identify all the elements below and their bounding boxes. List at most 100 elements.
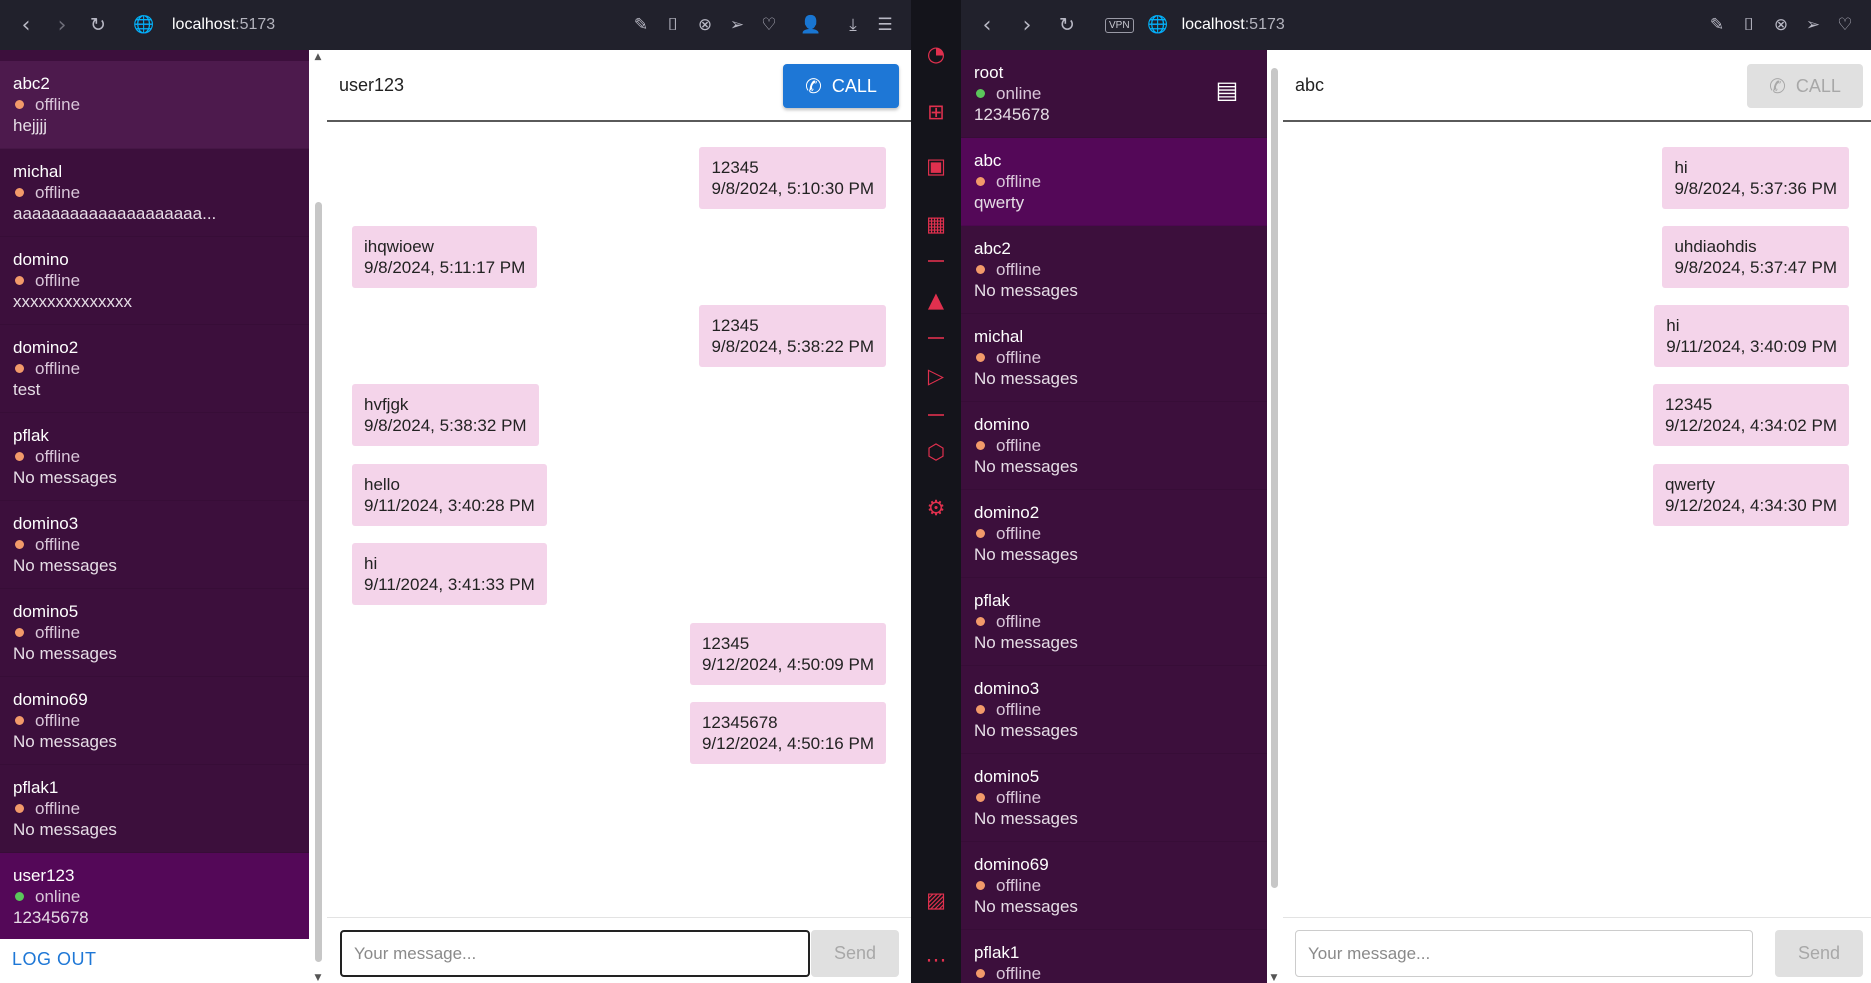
status-dot: [15, 364, 24, 373]
address-bar[interactable]: localhost:5173: [172, 16, 275, 34]
camera-icon[interactable]: ⌷: [657, 9, 689, 41]
cube-icon[interactable]: ⬡: [911, 434, 961, 470]
contact-name: domino69: [13, 690, 88, 709]
browser-toolbar: ‹ › ↻ 🌐 localhost:5173 ✎ ⌷ ⊗ ➢ ♡ 👤 ⤓ ☰: [0, 0, 911, 50]
scrollbar-thumb[interactable]: [1271, 68, 1278, 888]
contact-name: abc2: [13, 74, 50, 93]
contact-item[interactable]: domino5 offline No messages: [0, 589, 309, 677]
message-text: uhdiaohdis: [1674, 237, 1757, 256]
site-info-icon[interactable]: 🌐: [128, 9, 160, 41]
status-dot: [15, 716, 24, 725]
contact-item-selected[interactable]: abc offline qwerty: [961, 138, 1267, 226]
scroll-up-arrow-icon[interactable]: ▲: [311, 52, 325, 62]
contact-item[interactable]: pflak offline No messages: [0, 413, 309, 501]
camera-icon[interactable]: ⌷: [1733, 9, 1765, 41]
back-icon[interactable]: ‹: [969, 7, 1005, 43]
contact-item[interactable]: domino69 offline No messages: [0, 677, 309, 765]
contact-item[interactable]: michal offline aaaaaaaaaaaaaaaaaaaa...: [0, 149, 309, 237]
url-host: localhost: [1181, 16, 1245, 33]
message-input[interactable]: [340, 930, 810, 977]
message-input[interactable]: [1295, 930, 1753, 977]
settings-icon[interactable]: ⚙: [911, 490, 961, 526]
contact-status: offline: [974, 875, 1254, 896]
contact-item[interactable]: domino3 offline No messages: [961, 666, 1267, 754]
forward-icon[interactable]: ›: [44, 7, 80, 43]
contact-item-selected[interactable]: user123 online 12345678: [0, 853, 309, 939]
contact-item[interactable]: domino offline xxxxxxxxxxxxxx: [0, 237, 309, 325]
forward-icon[interactable]: ›: [1009, 7, 1045, 43]
contact-item[interactable]: abc2 offline hejjjj: [0, 61, 309, 149]
contact-last-message: test: [13, 380, 41, 399]
call-button[interactable]: ✆ CALL: [783, 64, 899, 108]
contact-status: offline: [13, 182, 296, 203]
url-host: localhost: [172, 16, 236, 33]
send-button[interactable]: Send: [1775, 930, 1863, 977]
contact-status: offline: [13, 94, 296, 115]
logout-button[interactable]: LOG OUT: [0, 939, 309, 983]
contact-item[interactable]: root online 12345678 ▤: [961, 50, 1267, 138]
contact-item[interactable]: abc2 offline No messages: [961, 226, 1267, 314]
contact-name: pflak1: [13, 778, 59, 797]
contact-item[interactable]: domino2 offline No messages: [961, 490, 1267, 578]
aria-icon[interactable]: ▲: [911, 282, 961, 318]
speed-dial-icon[interactable]: ◔: [911, 36, 961, 72]
new-chat-icon[interactable]: ▤: [1209, 72, 1245, 108]
heart-icon[interactable]: ♡: [1829, 9, 1861, 41]
contact-last-message: No messages: [13, 732, 117, 751]
message-text: 12345: [1664, 395, 1713, 414]
url-port: :5173: [1244, 16, 1285, 33]
scroll-down-arrow-icon[interactable]: ▼: [1267, 973, 1281, 983]
scroll-down-arrow-icon[interactable]: ▼: [311, 973, 325, 983]
right-browser-window: ◔ ⊞ ▣ ▦ ▲ ▷ ⬡ ⚙ ▨ ⋯ ‹ › ↻ VPN 🌐 localhos…: [911, 0, 1871, 983]
contact-item[interactable]: pflak1 offline No messages: [0, 765, 309, 853]
twitch-icon[interactable]: ▣: [911, 148, 961, 184]
block-icon[interactable]: ⊗: [1765, 9, 1797, 41]
address-bar[interactable]: localhost:5173: [1182, 16, 1285, 34]
player-icon[interactable]: ▷: [911, 358, 961, 394]
status-dot: [976, 177, 985, 186]
scrollbar-thumb[interactable]: [315, 202, 322, 962]
contact-item[interactable]: pflak1 offline: [961, 930, 1267, 983]
call-button[interactable]: ✆ CALL: [1747, 64, 1863, 108]
message-time: 9/11/2024, 3:41:33 PM: [364, 575, 535, 594]
contact-item[interactable]: domino69 offline No messages: [961, 842, 1267, 930]
contact-name: abc2: [974, 239, 1011, 258]
easy-setup-icon[interactable]: ☰: [869, 9, 901, 41]
gallery-icon[interactable]: ▨: [911, 882, 961, 918]
sidebar-scrollbar[interactable]: ▲ ▼: [311, 50, 325, 983]
contact-item[interactable]: domino5 offline No messages: [961, 754, 1267, 842]
message-text: 12345: [711, 316, 759, 335]
status-dot: [976, 89, 985, 98]
vpn-badge[interactable]: VPN: [1105, 17, 1134, 33]
download-icon[interactable]: ⤓: [837, 9, 869, 41]
heart-icon[interactable]: ♡: [753, 9, 785, 41]
more-icon[interactable]: ⋯: [911, 942, 961, 978]
chat-panel: user123 ✆ CALL 12345 9/8/2024, 5:10:30 PM …: [327, 50, 911, 983]
message-bubble: 12345 9/8/2024, 5:10:30 PM: [699, 147, 886, 209]
send-icon[interactable]: ➢: [721, 9, 753, 41]
sidebar-scrollbar[interactable]: ▼: [1267, 50, 1281, 983]
message-time: 9/12/2024, 4:34:30 PM: [1664, 496, 1837, 515]
contact-item[interactable]: domino3 offline No messages: [0, 501, 309, 589]
send-button[interactable]: Send: [811, 930, 899, 977]
shopping-icon[interactable]: ⊞: [911, 94, 961, 130]
contact-item[interactable]: domino2 offline test: [0, 325, 309, 413]
edit-icon[interactable]: ✎: [625, 9, 657, 41]
back-icon[interactable]: ‹: [8, 7, 44, 43]
contact-status: offline: [974, 435, 1254, 456]
chip-icon[interactable]: ▦: [911, 206, 961, 242]
contact-last-message: No messages: [13, 468, 117, 487]
contact-item[interactable]: pflak offline No messages: [961, 578, 1267, 666]
contact-item[interactable]: domino offline No messages: [961, 402, 1267, 490]
block-icon[interactable]: ⊗: [689, 9, 721, 41]
contact-status: offline: [974, 787, 1254, 808]
contact-status: online: [13, 886, 296, 907]
profile-icon[interactable]: 👤: [795, 9, 827, 41]
reload-icon[interactable]: ↻: [80, 7, 116, 43]
site-info-icon[interactable]: 🌐: [1142, 9, 1174, 41]
contact-last-message: No messages: [13, 820, 117, 839]
reload-icon[interactable]: ↻: [1049, 7, 1085, 43]
edit-icon[interactable]: ✎: [1701, 9, 1733, 41]
contact-item[interactable]: michal offline No messages: [961, 314, 1267, 402]
send-icon[interactable]: ➢: [1797, 9, 1829, 41]
